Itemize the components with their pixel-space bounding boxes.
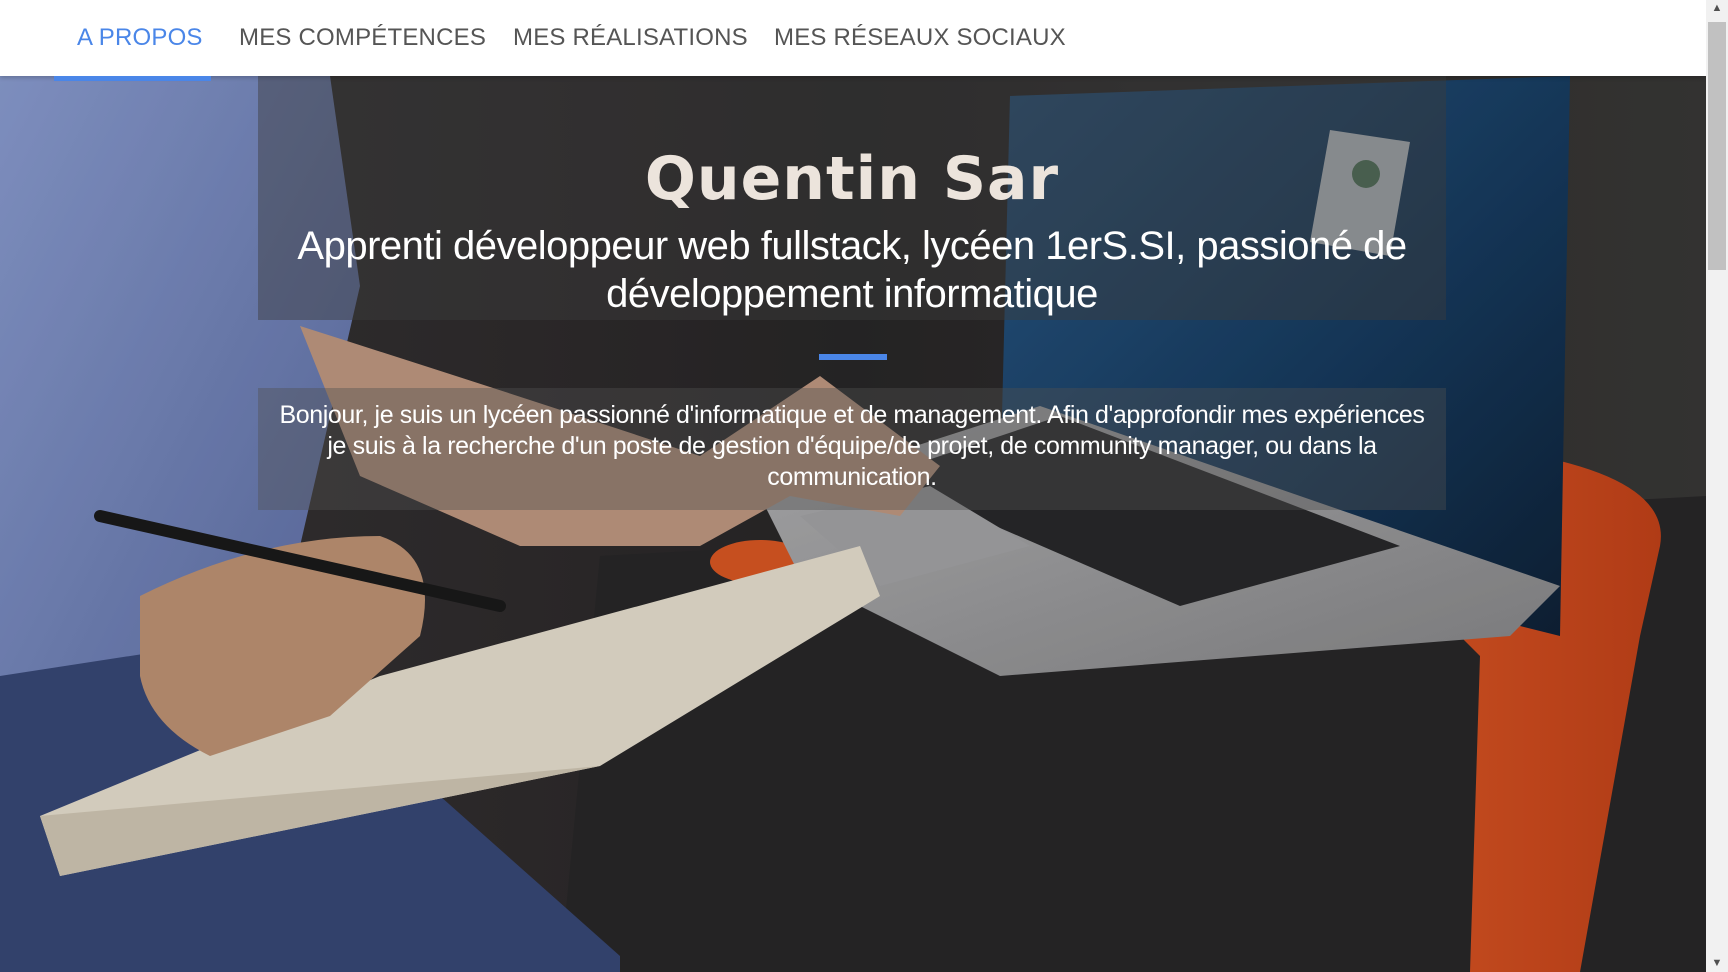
- hero-divider: [819, 354, 887, 360]
- tab-mes-reseaux-sociaux[interactable]: MES RÉSEAUX SOCIAUX: [774, 0, 1066, 76]
- vertical-scrollbar[interactable]: ▲ ▼: [1706, 0, 1728, 972]
- scrollbar-thumb[interactable]: [1708, 22, 1726, 270]
- tab-a-propos[interactable]: A PROPOS: [77, 0, 203, 76]
- scroll-down-arrow-icon[interactable]: ▼: [1706, 955, 1728, 972]
- active-tab-indicator: [54, 76, 211, 81]
- hero-description: Bonjour, je suis un lycéen passionné d'i…: [279, 401, 1425, 491]
- tab-mes-realisations[interactable]: MES RÉALISATIONS: [513, 0, 748, 76]
- scroll-up-arrow-icon[interactable]: ▲: [1706, 0, 1728, 17]
- tab-mes-competences[interactable]: MES COMPÉTENCES: [239, 0, 486, 76]
- page: A PROPOS MES COMPÉTENCES MES RÉALISATION…: [0, 0, 1706, 972]
- hero-subtitle: Apprenti développeur web fullstack, lycé…: [297, 224, 1407, 316]
- hero-name: Quentin Sar: [644, 144, 1060, 214]
- top-navbar: A PROPOS MES COMPÉTENCES MES RÉALISATION…: [0, 0, 1706, 76]
- hero-section: Quentin Sar Apprenti développeur web ful…: [0, 76, 1706, 972]
